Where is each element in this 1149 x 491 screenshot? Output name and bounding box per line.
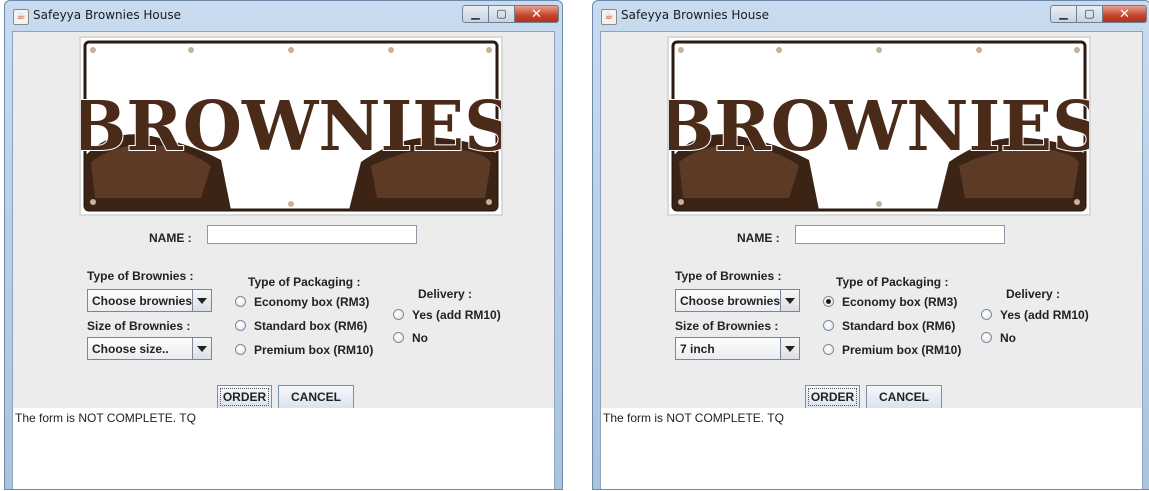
brownie-size-value: 7 inch — [680, 342, 715, 356]
delivery-option-label: Yes (add RM10) — [1000, 308, 1089, 322]
brownie-size-value: Choose size.. — [92, 342, 169, 356]
form-panel: BROWNIES NAME : Type of Brownies : Choos… — [12, 31, 555, 489]
minimize-icon: ▁ — [1059, 8, 1068, 20]
brownie-type-label: Type of Brownies : — [87, 269, 194, 283]
packaging-option-label: Economy box (RM3) — [842, 295, 958, 309]
close-icon: ✕ — [531, 6, 542, 21]
delivery-label: Delivery : — [1006, 287, 1061, 301]
brownie-type-dropdown[interactable]: Choose brownies.. — [675, 289, 800, 312]
packaging-option-label: Standard box (RM6) — [254, 319, 368, 333]
minimize-button[interactable]: ▁ — [462, 5, 489, 23]
radio-button[interactable] — [235, 320, 246, 331]
brownie-size-label: Size of Brownies : — [87, 319, 191, 333]
dropdown-arrow-icon[interactable] — [780, 338, 799, 359]
title-bar[interactable]: ☕ Safeyya Brownies House ▁ ▢ ✕ — [5, 1, 562, 31]
name-input[interactable] — [207, 225, 417, 244]
radio-button[interactable] — [393, 332, 404, 343]
dropdown-arrow-icon[interactable] — [780, 290, 799, 311]
brownie-type-value: Choose brownies.. — [680, 294, 787, 308]
brownie-type-dropdown[interactable]: Choose brownies.. — [87, 289, 212, 312]
radio-button[interactable] — [823, 296, 834, 307]
brownie-size-dropdown[interactable]: Choose size.. — [87, 337, 212, 360]
radio-button[interactable] — [235, 296, 246, 307]
cancel-button[interactable]: CANCEL — [278, 385, 354, 409]
packaging-label: Type of Packaging : — [248, 275, 361, 289]
status-message: The form is NOT COMPLETE. TQ — [15, 411, 196, 425]
maximize-button[interactable]: ▢ — [1077, 5, 1103, 23]
brownie-type-label: Type of Brownies : — [675, 269, 782, 283]
packaging-option-label: Premium box (RM10) — [254, 343, 374, 357]
brownie-size-label: Size of Brownies : — [675, 319, 779, 333]
name-label: NAME : — [149, 231, 192, 245]
order-button[interactable]: ORDER — [217, 385, 272, 409]
packaging-option-label: Economy box (RM3) — [254, 295, 370, 309]
window-title: Safeyya Brownies House — [33, 8, 182, 22]
maximize-icon: ▢ — [496, 8, 507, 20]
radio-button[interactable] — [823, 344, 834, 355]
java-app-icon[interactable]: ☕ — [13, 9, 29, 25]
banner-title: BROWNIES — [81, 87, 501, 167]
radio-button[interactable] — [393, 309, 404, 320]
dropdown-arrow-icon[interactable] — [192, 338, 211, 359]
maximize-button[interactable]: ▢ — [489, 5, 515, 23]
brownies-banner-image: BROWNIES — [667, 36, 1091, 216]
banner-graphic: BROWNIES — [669, 40, 1089, 212]
name-label: NAME : — [737, 231, 780, 245]
output-text-area[interactable]: The form is NOT COMPLETE. TQ — [601, 408, 1142, 489]
window-title: Safeyya Brownies House — [621, 8, 770, 22]
delivery-option-label: No — [412, 331, 428, 345]
delivery-label: Delivery : — [418, 287, 473, 301]
packaging-option-label: Premium box (RM10) — [842, 343, 962, 357]
banner-graphic: BROWNIES — [81, 40, 501, 212]
radio-button[interactable] — [981, 309, 992, 320]
minimize-button[interactable]: ▁ — [1050, 5, 1077, 23]
title-bar[interactable]: ☕ Safeyya Brownies House ▁ ▢ ✕ — [593, 1, 1149, 31]
close-icon: ✕ — [1119, 6, 1130, 21]
close-button[interactable]: ✕ — [515, 5, 559, 23]
radio-button[interactable] — [823, 320, 834, 331]
cancel-button[interactable]: CANCEL — [866, 385, 942, 409]
dropdown-arrow-icon[interactable] — [192, 290, 211, 311]
brownie-size-dropdown[interactable]: 7 inch — [675, 337, 800, 360]
app-window-2: ☕ Safeyya Brownies House ▁ ▢ ✕ BROWNIES … — [592, 0, 1149, 490]
radio-button[interactable] — [981, 332, 992, 343]
java-app-icon[interactable]: ☕ — [601, 9, 617, 25]
status-message: The form is NOT COMPLETE. TQ — [603, 411, 784, 425]
output-text-area[interactable]: The form is NOT COMPLETE. TQ — [13, 408, 554, 489]
app-window-1: ☕ Safeyya Brownies House ▁ ▢ ✕ BROWNIES … — [4, 0, 563, 490]
minimize-icon: ▁ — [471, 8, 480, 20]
maximize-icon: ▢ — [1084, 8, 1095, 20]
packaging-option-label: Standard box (RM6) — [842, 319, 956, 333]
radio-button[interactable] — [235, 344, 246, 355]
name-input[interactable] — [795, 225, 1005, 244]
packaging-label: Type of Packaging : — [836, 275, 949, 289]
brownies-banner-image: BROWNIES — [79, 36, 503, 216]
banner-title: BROWNIES — [669, 87, 1089, 167]
brownie-type-value: Choose brownies.. — [92, 294, 199, 308]
delivery-option-label: No — [1000, 331, 1016, 345]
delivery-option-label: Yes (add RM10) — [412, 308, 501, 322]
close-button[interactable]: ✕ — [1103, 5, 1147, 23]
form-panel: BROWNIES NAME : Type of Brownies : Choos… — [600, 31, 1143, 489]
order-button[interactable]: ORDER — [805, 385, 860, 409]
